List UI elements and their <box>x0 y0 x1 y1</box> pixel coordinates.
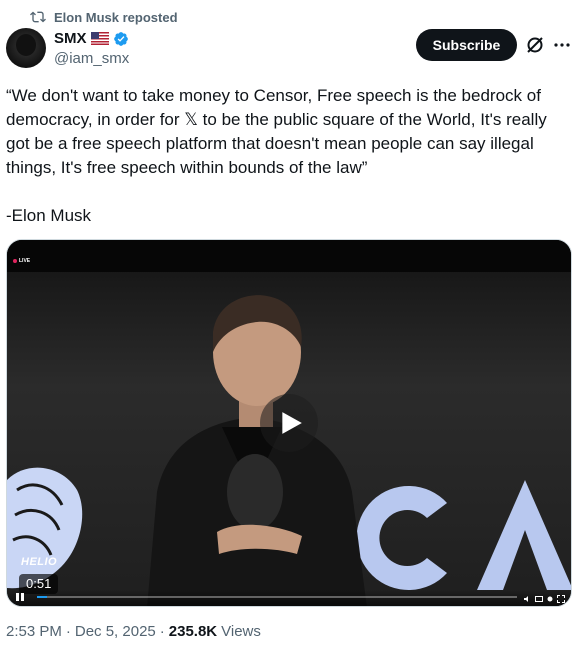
tweet-text: “We don't want to take money to Censor, … <box>6 86 547 225</box>
tweet-date[interactable]: Dec 5, 2025 <box>75 623 156 640</box>
us-flag-icon <box>90 32 109 45</box>
video-control-icons <box>524 595 565 603</box>
pause-icon[interactable] <box>15 592 25 602</box>
stage-letter-a <box>477 480 571 590</box>
views-label: Views <box>221 623 261 640</box>
tweet-time[interactable]: 2:53 PM <box>6 623 62 640</box>
tweet-header: SMX @iam_smx Subscribe <box>6 28 572 72</box>
volume-icon[interactable] <box>524 595 532 603</box>
video-top-strip <box>7 240 571 272</box>
meta-separator: · <box>159 623 165 640</box>
video-progress-fill <box>37 596 47 598</box>
speaker-figure <box>127 292 377 606</box>
tweet-meta: 2:53 PM · Dec 5, 2025 · 235.8K Views <box>6 623 261 640</box>
avatar[interactable] <box>6 28 46 68</box>
video-player[interactable]: LIVE HELIO 0:51 <box>6 239 572 607</box>
subscribe-button[interactable]: Subscribe <box>416 29 517 61</box>
views-count: 235.8K <box>168 623 218 640</box>
helio-brand-label: HELIO <box>21 556 58 568</box>
more-icon[interactable] <box>552 35 572 55</box>
author-name-row[interactable]: SMX <box>54 30 129 47</box>
repost-icon <box>30 9 46 25</box>
play-button[interactable] <box>260 394 318 452</box>
live-label: LIVE <box>19 258 31 264</box>
settings-icon[interactable] <box>546 595 554 603</box>
repost-indicator[interactable]: Elon Musk reposted <box>30 8 178 26</box>
play-icon <box>282 412 302 434</box>
repost-label: Elon Musk reposted <box>54 9 178 25</box>
fullscreen-icon[interactable] <box>557 595 565 603</box>
lion-logo-icon <box>7 460 87 590</box>
grok-icon[interactable] <box>525 35 545 55</box>
author-name[interactable]: SMX <box>54 30 87 47</box>
video-controls <box>7 590 571 606</box>
verified-badge-icon[interactable] <box>113 31 129 47</box>
video-progress-bar[interactable] <box>37 596 517 598</box>
live-dot-icon <box>13 259 17 263</box>
captions-icon[interactable] <box>535 595 543 603</box>
author-handle[interactable]: @iam_smx <box>54 50 129 67</box>
meta-separator: · <box>65 623 71 640</box>
live-indicator: LIVE <box>13 258 30 264</box>
